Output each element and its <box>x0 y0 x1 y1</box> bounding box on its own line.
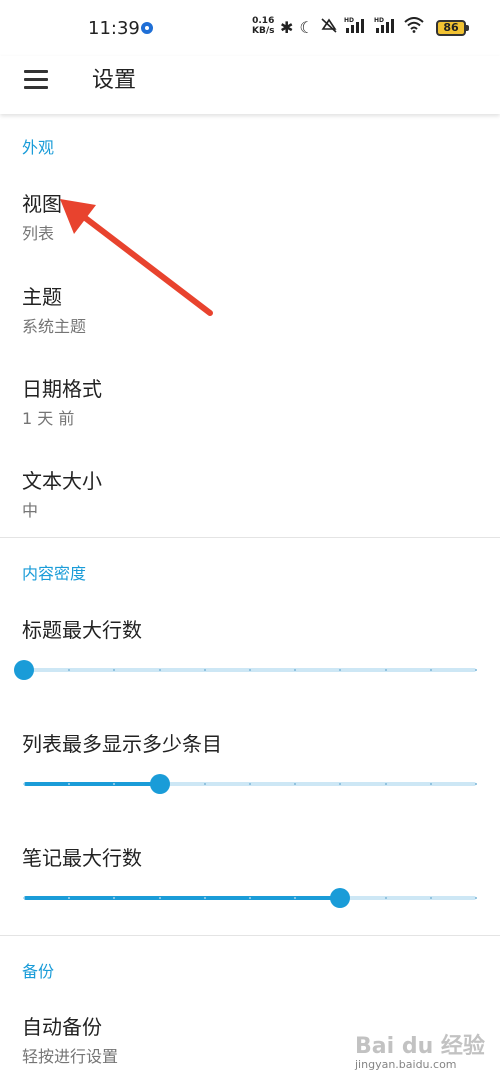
slider-tick <box>203 669 206 671</box>
annotation-arrow-icon <box>60 199 213 316</box>
pref-text-size[interactable]: 文本大小 中 <box>0 465 500 525</box>
baidu-watermark: Bai du 经验 jingyan.baidu.com <box>355 1028 495 1080</box>
slider-tick <box>475 783 477 785</box>
slider-max-title-lines[interactable] <box>14 658 477 682</box>
section-header-appearance: 外观 <box>22 138 55 157</box>
slider-tick <box>158 897 161 899</box>
section-divider <box>0 935 500 936</box>
slider-thumb[interactable] <box>14 660 34 680</box>
watermark-url: jingyan.baidu.com <box>355 1058 457 1071</box>
hamburger-menu-icon[interactable] <box>24 68 48 90</box>
slider-tick <box>429 897 432 899</box>
pref-view[interactable]: 视图 列表 <box>0 188 500 248</box>
svg-text:HD: HD <box>344 17 354 24</box>
slider-tick <box>23 783 25 785</box>
slider-thumb[interactable] <box>330 888 351 908</box>
slider-tick <box>384 783 387 785</box>
slider-tick <box>249 897 251 899</box>
slider-tick <box>203 783 206 785</box>
slider-tick <box>384 897 387 899</box>
pref-title: 主题 <box>22 285 62 309</box>
section-header-density: 内容密度 <box>22 564 87 583</box>
pref-summary: 1 天 前 <box>22 409 75 428</box>
watermark-text: Bai du 经验 <box>355 1034 485 1059</box>
page-title: 设置 <box>92 68 137 93</box>
mute-icon <box>320 16 338 38</box>
slider-tick <box>475 897 477 899</box>
pref-theme[interactable]: 主题 系统主题 <box>0 281 500 341</box>
app-bar: 设置 <box>0 56 500 114</box>
slider-thumb[interactable] <box>149 774 170 794</box>
slider-tick <box>249 783 251 785</box>
hd-signal-icon: HD <box>374 16 398 38</box>
slider-tick <box>384 669 387 671</box>
slider-fill <box>24 782 160 786</box>
bluetooth-icon: ✱ <box>280 17 294 37</box>
slider-max-note-lines[interactable] <box>23 886 477 910</box>
slider-fill <box>24 896 341 900</box>
notification-dot-icon <box>141 22 153 34</box>
slider-tick <box>429 669 432 671</box>
slider-tick <box>203 897 206 899</box>
network-speed: 0.16 KB/s <box>252 16 275 36</box>
pref-summary: 系统主题 <box>22 317 87 336</box>
pref-summary: 列表 <box>22 224 55 243</box>
pref-title: 日期格式 <box>22 377 102 401</box>
moon-icon: ☾ <box>299 17 314 37</box>
pref-summary: 轻按进行设置 <box>22 1047 119 1066</box>
slider-tick <box>158 669 161 671</box>
slider-title-max-title-lines: 标题最大行数 <box>22 618 142 642</box>
pref-date-format[interactable]: 日期格式 1 天 前 <box>0 373 500 433</box>
pref-title: 自动备份 <box>22 1015 102 1039</box>
slider-title-max-note-lines: 笔记最大行数 <box>22 846 142 870</box>
wifi-icon <box>404 17 424 37</box>
status-bar: 11:39 0.16 KB/s ✱ ☾ HD HD 86 <box>0 0 500 56</box>
slider-max-list-items[interactable] <box>23 772 477 796</box>
slider-title-max-list-items: 列表最多显示多少条目 <box>22 732 222 756</box>
status-time: 11:39 <box>88 18 140 39</box>
slider-tick <box>249 669 251 671</box>
pref-summary: 中 <box>22 501 39 520</box>
slider-tick <box>429 783 432 785</box>
slider-tick <box>475 669 477 671</box>
status-icons: ✱ ☾ HD HD <box>280 15 424 39</box>
pref-title: 视图 <box>22 192 62 216</box>
hd-signal-icon: HD <box>344 16 368 38</box>
svg-text:HD: HD <box>374 17 384 24</box>
battery-icon: 86 <box>436 20 469 36</box>
section-divider <box>0 537 500 538</box>
pref-title: 文本大小 <box>22 469 102 493</box>
slider-tick <box>23 897 25 899</box>
section-header-backup: 备份 <box>22 962 55 981</box>
